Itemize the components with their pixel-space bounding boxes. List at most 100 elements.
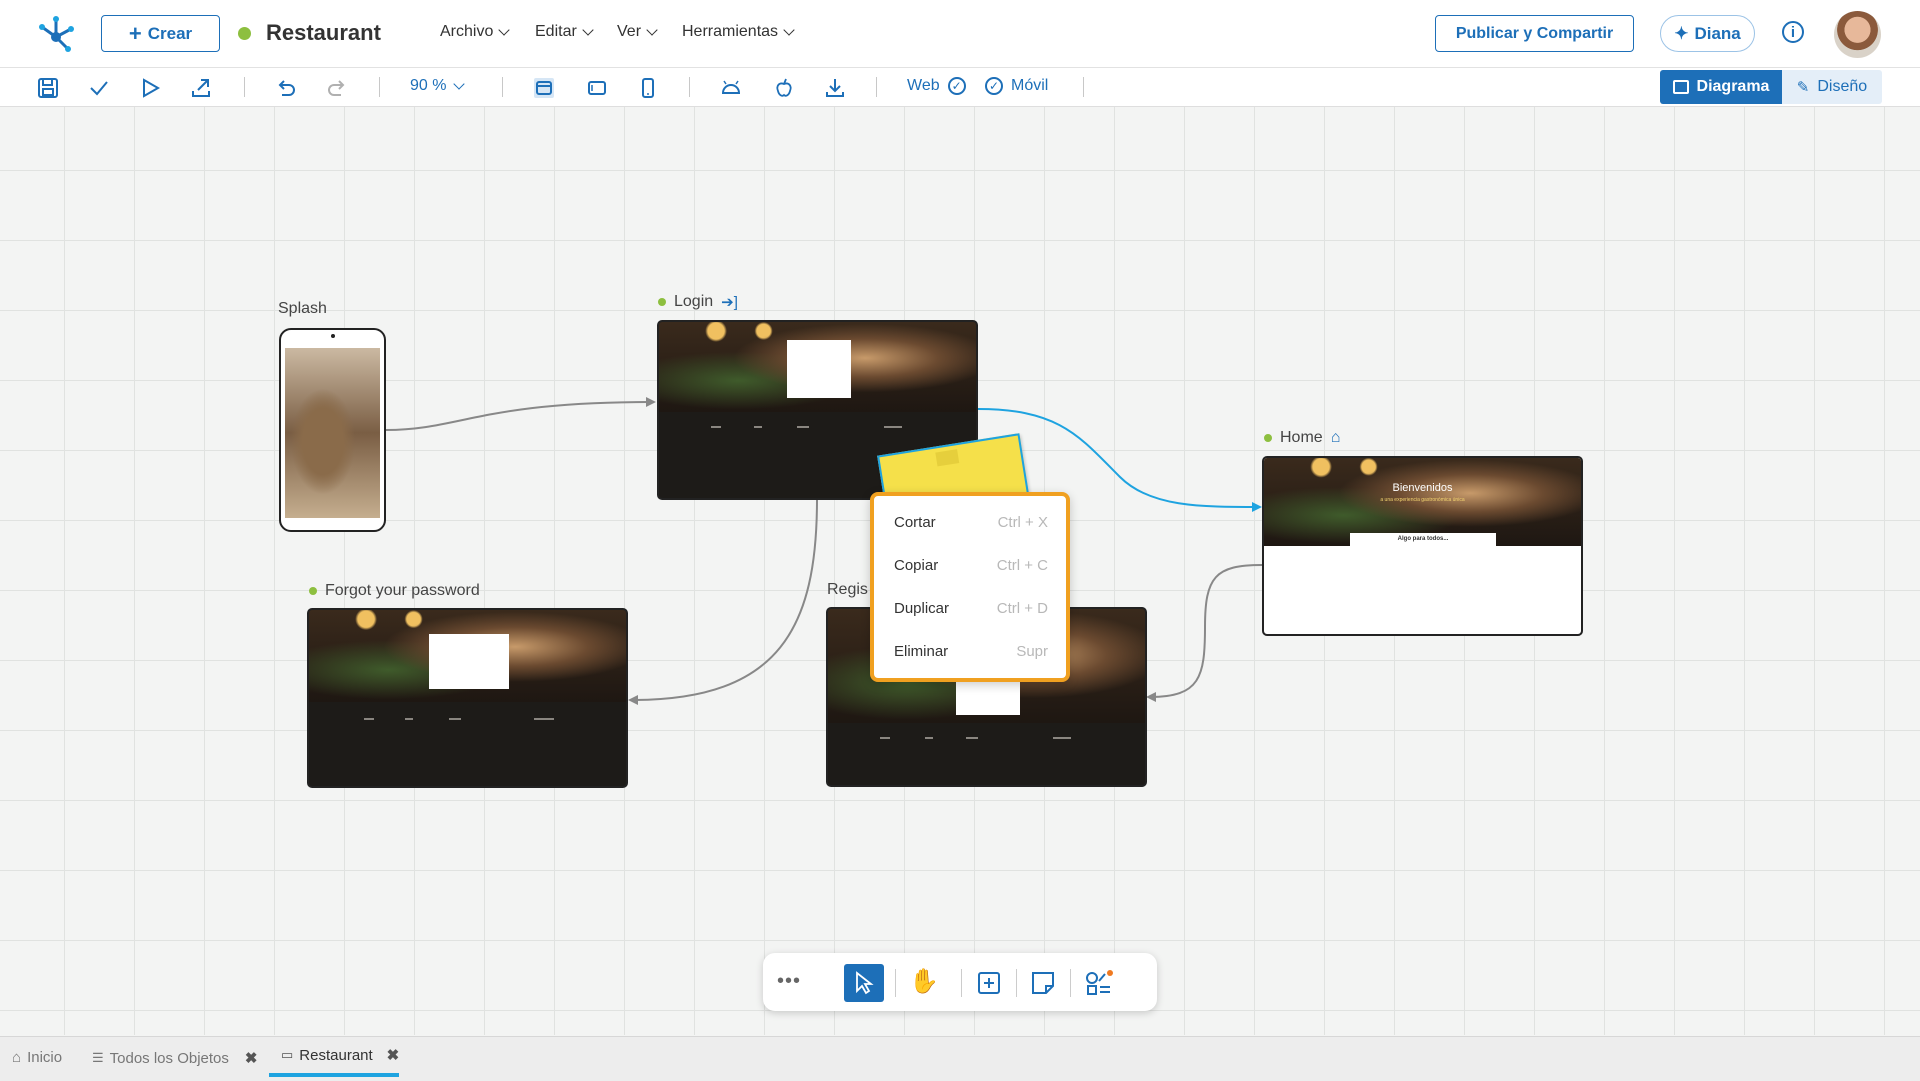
diagram-canvas[interactable]: Splash Login ➔] Home ⌂ Bienvenidos a una e… [0, 107, 1920, 1035]
more-icon[interactable]: ••• [777, 970, 801, 993]
assistant-button[interactable]: ✦ Diana [1660, 15, 1755, 52]
home-icon: ⌂ [12, 1049, 22, 1066]
menu-item-label: Cortar [894, 514, 936, 531]
create-button[interactable]: + Crear [101, 15, 220, 52]
assistant-label: Diana [1694, 23, 1741, 43]
node-title: Splash [278, 300, 327, 317]
plus-icon: + [128, 20, 142, 46]
close-icon[interactable]: ✖ [245, 1049, 258, 1067]
menu-item-shortcut: Ctrl + C [996, 557, 1048, 574]
zoom-select[interactable]: 90 % [410, 77, 466, 95]
components-icon[interactable] [1085, 969, 1113, 997]
menu-archivo[interactable]: Archivo [440, 23, 511, 41]
separator [689, 77, 690, 97]
splash-screen-node[interactable] [279, 328, 386, 532]
node-title: Home [1280, 429, 1323, 446]
status-dot [658, 298, 666, 306]
select-tool-button[interactable] [844, 964, 884, 1002]
separator [1083, 77, 1084, 97]
android-icon[interactable] [720, 77, 742, 99]
login-icon: ➔] [721, 294, 738, 311]
mobile-toggle[interactable]: ✓ Móvil [985, 77, 1048, 95]
login-card-preview [787, 340, 851, 398]
status-dot [309, 587, 317, 595]
context-menu: Cortar Ctrl + X Copiar Ctrl + C Duplicar Ct… [870, 492, 1070, 682]
sticky-note-icon[interactable] [1031, 971, 1055, 995]
node-title: Forgot your password [325, 582, 480, 599]
check-icon[interactable] [88, 77, 110, 99]
tab-label: Inicio [27, 1049, 63, 1066]
info-icon[interactable]: i [1782, 21, 1804, 43]
chevron-down-icon [453, 77, 466, 90]
web-toggle[interactable]: Web ✓ [907, 77, 966, 95]
tab-todos-los-objetos[interactable]: ☰ Todos los Objetos ✖ [92, 1049, 258, 1068]
download-icon[interactable] [824, 77, 846, 99]
context-menu-item[interactable]: Eliminar Supr [894, 643, 1048, 665]
tablet-view-icon[interactable] [586, 77, 608, 99]
zoom-value: 90 % [410, 77, 447, 94]
menu-herramientas[interactable]: Herramientas [682, 23, 795, 41]
web-label: Web [907, 77, 940, 94]
mobile-view-icon[interactable] [637, 77, 659, 99]
home-icon: ⌂ [1330, 429, 1341, 446]
avatar[interactable] [1834, 11, 1881, 58]
separator [1070, 969, 1071, 997]
node-label-login: Login ➔] [658, 293, 738, 311]
list-icon: ☰ [92, 1050, 104, 1065]
camera-dot [331, 334, 335, 338]
card-title: Algo para todos... [1397, 536, 1449, 542]
chevron-down-icon [582, 23, 594, 36]
app-logo-icon[interactable] [36, 13, 76, 53]
tab-restaurant[interactable]: ▭ Restaurant ✖ [269, 1037, 399, 1077]
menu-item-shortcut: Supr [1016, 643, 1048, 660]
check-circle-icon: ✓ [985, 77, 1003, 95]
hand-tool-icon[interactable]: ✋ [909, 967, 939, 996]
context-menu-item[interactable]: Copiar Ctrl + C [894, 557, 1048, 579]
separator [876, 77, 877, 97]
chevron-down-icon [783, 23, 795, 36]
apple-icon[interactable] [773, 77, 795, 99]
menu-label: Editar [535, 23, 577, 40]
forgot-password-screen-node[interactable] [307, 608, 628, 788]
register-card-preview [956, 681, 1020, 715]
separator [895, 969, 896, 997]
tab-label: Restaurant [299, 1046, 373, 1064]
context-menu-item[interactable]: Cortar Ctrl + X [894, 514, 1048, 536]
diagram-icon [1672, 80, 1689, 94]
home-heading: Bienvenidos [1392, 482, 1453, 494]
publish-share-button[interactable]: Publicar y Compartir [1435, 15, 1634, 52]
save-icon[interactable] [37, 77, 59, 99]
sparkle-icon: ✦ [1674, 23, 1689, 43]
export-icon[interactable] [190, 77, 212, 99]
splash-preview-image [285, 348, 380, 518]
menu-item-shortcut: Ctrl + X [997, 514, 1048, 531]
play-icon[interactable] [139, 77, 161, 99]
separator [502, 77, 503, 97]
menu-ver[interactable]: Ver [617, 23, 658, 41]
check-circle-icon: ✓ [947, 77, 966, 95]
context-menu-item[interactable]: Duplicar Ctrl + D [894, 600, 1048, 622]
tab-inicio[interactable]: ⌂ Inicio [12, 1049, 62, 1066]
add-screen-icon[interactable] [977, 971, 1001, 995]
home-subheading: a una experiencia gastronómica única [1380, 497, 1465, 503]
sticky-tape [935, 449, 960, 467]
undo-icon[interactable] [275, 77, 297, 99]
separator [379, 77, 380, 97]
menu-item-shortcut: Ctrl + D [996, 600, 1048, 617]
app-status-dot [238, 27, 251, 40]
separator [1016, 969, 1017, 997]
close-icon[interactable]: ✖ [387, 1046, 400, 1064]
menu-item-label: Copiar [894, 557, 939, 574]
app-title: Restaurant [266, 20, 381, 45]
chevron-down-icon [646, 23, 658, 36]
node-label-home: Home ⌂ [1264, 429, 1340, 447]
desktop-view-icon[interactable] [533, 77, 555, 99]
home-screen-node[interactable]: Bienvenidos a una experiencia gastronómi… [1262, 456, 1583, 636]
redo-icon[interactable] [326, 77, 348, 99]
toolbar: 90 % Web ✓ ✓ Móvil Diagrama ✎ Diseño [0, 68, 1920, 107]
diagram-tab[interactable]: Diagrama [1660, 70, 1782, 104]
menu-editar[interactable]: Editar [535, 23, 594, 41]
menu-label: Herramientas [682, 23, 779, 40]
design-tab[interactable]: ✎ Diseño [1782, 70, 1882, 104]
menu-label: Archivo [440, 23, 494, 40]
